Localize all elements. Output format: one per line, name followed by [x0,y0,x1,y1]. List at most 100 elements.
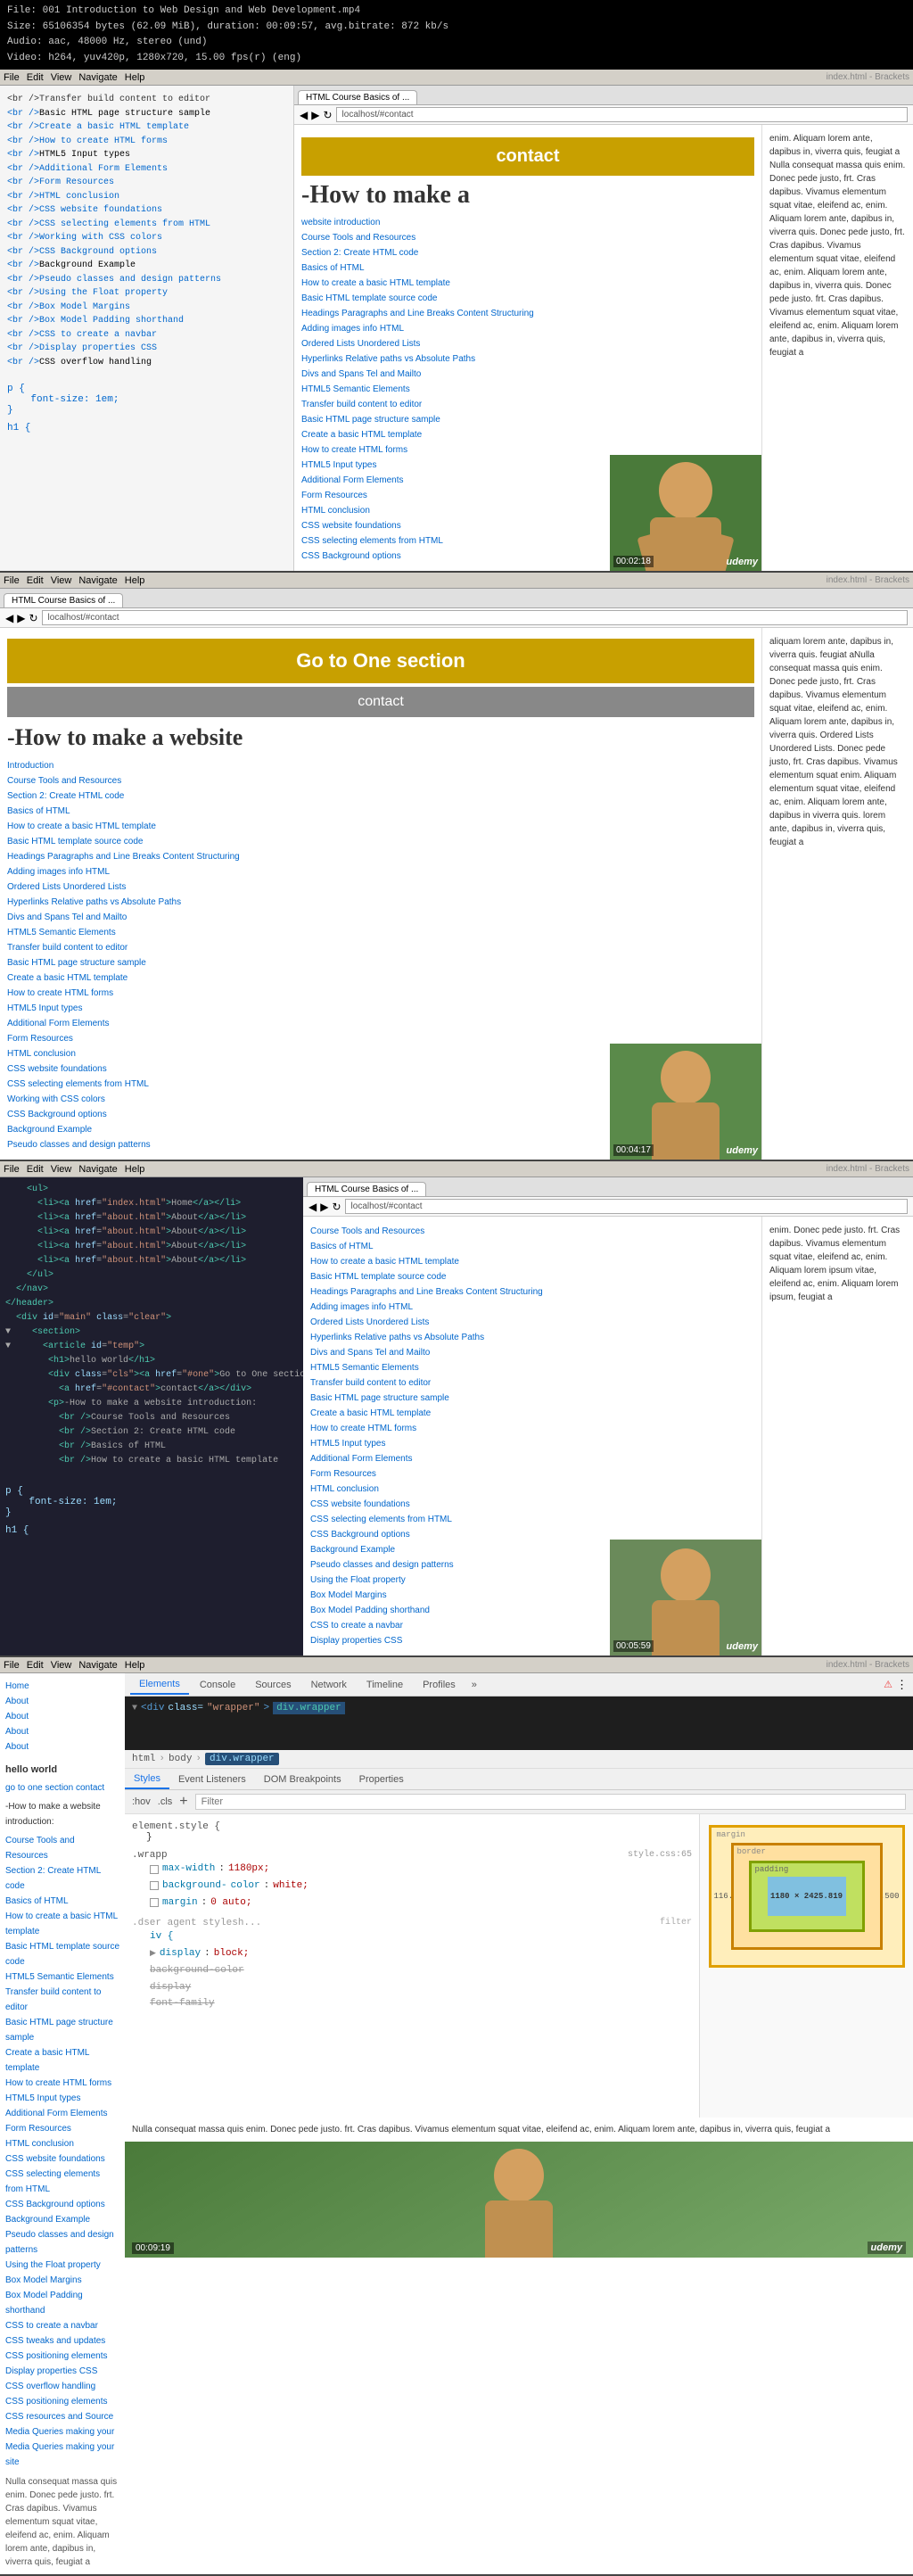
nav-link[interactable]: Adding images info HTML [301,321,754,336]
nav-link[interactable]: Course Tools and Resources [301,230,754,245]
breadcrumb-div-wrapper[interactable]: div.wrapper [205,1753,279,1765]
prop-checkbox-2[interactable] [150,1881,159,1890]
menu-navigate-2[interactable]: Navigate [78,575,117,586]
devtools-cls-icon[interactable]: .cls [158,1796,173,1807]
nav-link[interactable]: Form Resources [310,1466,754,1482]
menu-bar-frame4[interactable]: File Edit View Navigate Help index.html … [0,1657,913,1673]
nav-link[interactable]: Hyperlinks Relative paths vs Absolute Pa… [310,1330,754,1345]
nav-link[interactable]: How to create a basic HTML template [7,819,754,834]
nav-link[interactable]: Introduction [7,758,754,773]
devtools-tab-elements[interactable]: Elements [130,1675,189,1695]
refresh-btn[interactable]: ↻ [323,109,332,121]
site-go-one-section[interactable]: go to one section contact [5,1780,119,1796]
nav-link[interactable]: Ordered Lists Unordered Lists [301,336,754,351]
back-btn-3[interactable]: ◀ [308,1201,317,1213]
site-nav-about4[interactable]: About [5,1739,119,1754]
nav-link[interactable]: Divs and Spans Tel and Mailto [7,910,754,925]
nav-link[interactable]: Ordered Lists Unordered Lists [7,879,754,895]
menu-view-4[interactable]: View [51,1660,72,1671]
nav-link[interactable]: Adding images info HTML [7,864,754,879]
nav-link[interactable]: HTML5 Input types [7,1001,754,1016]
devtools-sub-tab-dom[interactable]: DOM Breakpoints [255,1771,350,1788]
nav-link[interactable]: How to create a basic HTML template [301,276,754,291]
nav-link[interactable]: How to create HTML forms [7,986,754,1001]
nav-link[interactable]: Create a basic HTML template [301,427,754,442]
nav-link[interactable]: Headings Paragraphs and Line Breaks Cont… [301,306,754,321]
expand-arrow-display[interactable]: ▶ [150,1947,156,1961]
nav-link[interactable]: Basics of HTML [310,1239,754,1254]
nav-link[interactable]: Hyperlinks Relative paths vs Absolute Pa… [301,351,754,367]
nav-link[interactable]: Basics of HTML [301,260,754,276]
nav-link[interactable]: Divs and Spans Tel and Mailto [310,1345,754,1360]
devtools-add-rule-btn[interactable]: + [179,1794,187,1810]
nav-link[interactable]: Additional Form Elements [310,1451,754,1466]
menu-view[interactable]: View [51,72,72,83]
devtools-sub-tab-styles[interactable]: Styles [125,1770,169,1789]
nav-link[interactable]: Ordered Lists Unordered Lists [310,1315,754,1330]
prop-checkbox[interactable] [150,1865,159,1874]
devtools-tab-more[interactable]: » [466,1676,482,1694]
nav-link[interactable]: Basics of HTML [7,804,754,819]
nav-link[interactable]: Transfer build content to editor [301,397,754,412]
nav-link[interactable]: Transfer build content to editor [7,940,754,955]
contact-button-frame1[interactable]: contact [301,137,754,176]
refresh-btn-2[interactable]: ↻ [29,612,37,624]
forward-btn-2[interactable]: ▶ [17,612,25,624]
nav-link[interactable]: Course Tools and Resources [310,1224,754,1239]
go-to-one-section-button[interactable]: Go to One section [7,639,754,683]
browser-tab-frame1[interactable]: HTML Course Basics of ... [298,90,417,104]
nav-link[interactable]: Basic HTML template source code [7,834,754,849]
code-editor-frame1[interactable]: <br />Transfer build content to editor <… [0,86,294,571]
menu-file-4[interactable]: File [4,1660,20,1671]
nav-link[interactable]: How to create HTML forms [310,1421,754,1436]
site-nav-home[interactable]: Home [5,1679,119,1694]
nav-link[interactable]: CSS selecting elements from HTML [310,1512,754,1527]
devtools-tab-sources[interactable]: Sources [246,1676,300,1694]
menu-bar-frame3[interactable]: File Edit View Navigate Help index.html … [0,1161,913,1177]
devtools-hover-icon[interactable]: :hov [132,1796,151,1807]
nav-link[interactable]: How to create a basic HTML template [310,1254,754,1269]
nav-link[interactable]: Create a basic HTML template [310,1406,754,1421]
menu-bar[interactable]: File Edit View Navigate Help index.html … [0,70,913,86]
breadcrumb-html[interactable]: html [132,1754,155,1764]
site-nav-about2[interactable]: About [5,1709,119,1724]
devtools-tab-console[interactable]: Console [191,1676,244,1694]
menu-help-3[interactable]: Help [125,1164,145,1175]
nav-link[interactable]: HTML5 Semantic Elements [7,925,754,940]
address-input-frame3[interactable]: localhost/#contact [345,1199,908,1214]
address-input-frame2[interactable]: localhost/#contact [42,610,908,625]
breadcrumb-body[interactable]: body [169,1754,192,1764]
forward-btn-3[interactable]: ▶ [320,1201,328,1213]
nav-link[interactable]: Course Tools and Resources [7,773,754,788]
menu-navigate[interactable]: Navigate [78,72,117,83]
nav-link[interactable]: Transfer build content to editor [310,1375,754,1391]
nav-link[interactable]: Divs and Spans Tel and Mailto [301,367,754,382]
devtools-sub-tab-event[interactable]: Event Listeners [169,1771,255,1788]
nav-link[interactable]: Basic HTML template source code [310,1269,754,1284]
nav-link[interactable]: Create a basic HTML template [7,970,754,986]
menu-edit-2[interactable]: Edit [27,575,44,586]
address-input-frame1[interactable]: localhost/#contact [336,107,908,122]
devtools-sub-tab-props[interactable]: Properties [350,1771,413,1788]
prop-checkbox-3[interactable] [150,1898,159,1907]
nav-link[interactable]: HTML5 Input types [310,1436,754,1451]
menu-view-3[interactable]: View [51,1164,72,1175]
nav-link[interactable]: Adding images info HTML [310,1300,754,1315]
menu-bar-frame2[interactable]: File Edit View Navigate Help index.html … [0,573,913,589]
nav-link[interactable]: Basic HTML page structure sample [310,1391,754,1406]
devtools-tab-timeline[interactable]: Timeline [358,1676,412,1694]
code-editor-frame3[interactable]: <ul> <li><a href="index.html">Home</a></… [0,1177,303,1655]
menu-edit-3[interactable]: Edit [27,1164,44,1175]
back-btn-2[interactable]: ◀ [5,612,13,624]
nav-link[interactable]: Basic HTML template source code [301,291,754,306]
nav-link[interactable]: Section 2: Create HTML code [7,788,754,804]
menu-file-2[interactable]: File [4,575,20,586]
nav-link[interactable]: Hyperlinks Relative paths vs Absolute Pa… [7,895,754,910]
devtools-icon-settings[interactable]: ⋮ [896,1678,908,1692]
forward-btn[interactable]: ▶ [311,109,319,121]
menu-file[interactable]: File [4,72,20,83]
nav-link[interactable]: Basic HTML page structure sample [7,955,754,970]
menu-navigate-3[interactable]: Navigate [78,1164,117,1175]
tab-item-frame3[interactable]: HTML Course Basics of ... [307,1182,426,1196]
devtools-tab-network[interactable]: Network [302,1676,356,1694]
